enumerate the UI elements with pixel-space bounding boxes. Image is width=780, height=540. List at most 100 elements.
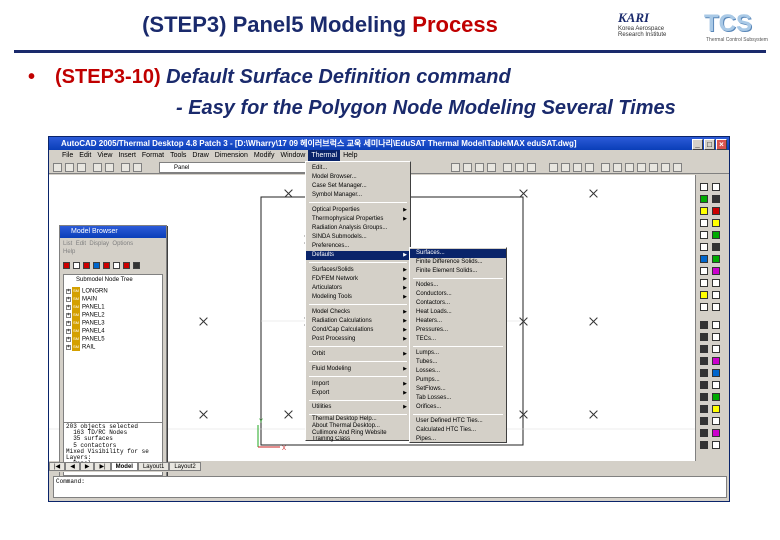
tree-item-panel1[interactable]: + SM PANEL1 (66, 303, 105, 311)
menu-item-finite-difference-solids[interactable]: Finite Difference Solids... (410, 258, 506, 267)
modify-tool-4-icon[interactable] (712, 333, 720, 341)
browser-menu-list[interactable]: List (63, 241, 72, 247)
menu-item-cond-cap-calculations[interactable]: Cond/Cap Calculations ▶ (306, 326, 410, 335)
model-browser-titlebar[interactable]: Model Browser (60, 226, 166, 238)
draw-tool-14-icon[interactable] (712, 255, 720, 263)
menu-item-orbit[interactable]: Orbit ▶ (306, 350, 410, 359)
menu-item-heaters[interactable]: Heaters... (410, 317, 506, 326)
draw-tool-16-icon[interactable] (712, 267, 720, 275)
draw-tool-9-icon[interactable] (700, 231, 708, 239)
tool-palette-icon[interactable] (527, 163, 536, 172)
modify-tool-18-icon[interactable] (712, 417, 720, 425)
draw-tool-5-icon[interactable] (700, 207, 708, 215)
menu-item-user-defined-htc-ties[interactable]: User Defined HTC Ties... (410, 417, 506, 426)
thermal-tool-9-icon[interactable] (649, 163, 658, 172)
thermal-tool-11-icon[interactable] (673, 163, 682, 172)
tab-nav-last-icon[interactable]: ▶| (94, 462, 111, 471)
draw-tool-4-icon[interactable] (712, 195, 720, 203)
draw-tool-11-icon[interactable] (700, 243, 708, 251)
save-icon[interactable] (77, 163, 86, 172)
open-icon[interactable] (65, 163, 74, 172)
draw-tool-1-icon[interactable] (700, 183, 708, 191)
layer-dropdown[interactable]: Panel (159, 162, 329, 173)
menu-item-tab-losses[interactable]: Tab Losses... (410, 394, 506, 403)
modify-tool-10-icon[interactable] (712, 369, 720, 377)
menu-item-defaults[interactable]: Defaults ▶ (306, 251, 410, 260)
menu-item-pipes[interactable]: Pipes... (410, 435, 506, 443)
redo-icon[interactable] (105, 163, 114, 172)
tree-item-panel4[interactable]: + SM PANEL4 (66, 327, 105, 335)
menu-item-training-class[interactable]: Training Class (306, 436, 410, 442)
menu-item-surfaces-solids[interactable]: Surfaces/Solids ▶ (306, 266, 410, 275)
menu-item-case-set-manager[interactable]: Case Set Manager... (306, 182, 410, 191)
menu-item-edit[interactable]: Edit... (306, 164, 410, 173)
menu-item-nodes[interactable]: Nodes... (410, 281, 506, 290)
menu-item-thermal-desktop-help[interactable]: Thermal Desktop Help... (306, 416, 410, 423)
expand-icon[interactable]: + (66, 336, 71, 342)
tree-item-panel5[interactable]: + SM PANEL5 (66, 335, 105, 343)
thermal-tool-8-icon[interactable] (637, 163, 646, 172)
thermal-tool-10-icon[interactable] (661, 163, 670, 172)
tab-nav-first-icon[interactable]: |◀ (49, 462, 66, 471)
menu-item-radiation-calculations[interactable]: Radiation Calculations ▶ (306, 317, 410, 326)
thermal-tool-5-icon[interactable] (601, 163, 610, 172)
draw-tool-21-icon[interactable] (700, 303, 708, 311)
command-line[interactable]: Command: (53, 476, 727, 498)
menu-tools[interactable]: Tools (167, 150, 189, 161)
modify-tool-7-icon[interactable] (700, 357, 708, 365)
modify-tool-8-icon[interactable] (712, 357, 720, 365)
draw-tool-3-icon[interactable] (700, 195, 708, 203)
window-titlebar[interactable]: AutoCAD 2005/Thermal Desktop 4.8 Patch 3… (49, 137, 729, 150)
zoom-previous-icon[interactable] (487, 163, 496, 172)
modify-tool-6-icon[interactable] (712, 345, 720, 353)
draw-tool-12-icon[interactable] (712, 243, 720, 251)
modify-tool-2-icon[interactable] (712, 321, 720, 329)
browser-menu-edit[interactable]: Edit (76, 241, 86, 247)
menu-item-pressures[interactable]: Pressures... (410, 326, 506, 335)
menu-file[interactable]: File (59, 150, 76, 161)
browser-tool-3-icon[interactable] (83, 262, 90, 269)
menu-help[interactable]: Help (340, 150, 360, 161)
expand-icon[interactable]: + (66, 312, 71, 318)
menu-item-sinda-submodels[interactable]: SINDA Submodels... (306, 233, 410, 242)
maximize-button[interactable]: □ (704, 139, 715, 150)
draw-tool-8-icon[interactable] (712, 219, 720, 227)
modify-tool-3-icon[interactable] (700, 333, 708, 341)
menu-item-calculated-htc-ties[interactable]: Calculated HTC Ties... (410, 426, 506, 435)
menu-window[interactable]: Window (277, 150, 308, 161)
menu-item-articulators[interactable]: Articulators ▶ (306, 284, 410, 293)
menu-item-import[interactable]: Import ▶ (306, 380, 410, 389)
pan-icon[interactable] (451, 163, 460, 172)
draw-tool-2-icon[interactable] (712, 183, 720, 191)
menu-item-optical-properties[interactable]: Optical Properties ▶ (306, 206, 410, 215)
menu-item-utilities[interactable]: Utilities ▶ (306, 403, 410, 412)
menu-item-contactors[interactable]: Contactors... (410, 299, 506, 308)
modify-tool-5-icon[interactable] (700, 345, 708, 353)
menu-item-radiation-analysis-groups[interactable]: Radiation Analysis Groups... (306, 224, 410, 233)
tree-item-panel2[interactable]: + SM PANEL2 (66, 311, 105, 319)
draw-tool-20-icon[interactable] (712, 291, 720, 299)
menu-item-heat-loads[interactable]: Heat Loads... (410, 308, 506, 317)
tree-item-rail[interactable]: + SM RAIL (66, 343, 95, 351)
modify-tool-13-icon[interactable] (700, 393, 708, 401)
menu-item-losses[interactable]: Losses... (410, 367, 506, 376)
browser-tool-8-icon[interactable] (133, 262, 140, 269)
draw-tool-13-icon[interactable] (700, 255, 708, 263)
thermal-tool-1-icon[interactable] (549, 163, 558, 172)
menu-item-fluid-modeling[interactable]: Fluid Modeling ▶ (306, 365, 410, 374)
menu-item-fd-fem-network[interactable]: FD/FEM Network ▶ (306, 275, 410, 284)
menu-item-finite-element-solids[interactable]: Finite Element Solids... (410, 267, 506, 276)
browser-tool-7-icon[interactable] (123, 262, 130, 269)
thermal-tool-3-icon[interactable] (573, 163, 582, 172)
layer-manager-icon[interactable] (121, 163, 130, 172)
modify-tool-21-icon[interactable] (700, 441, 708, 449)
menu-edit[interactable]: Edit (76, 150, 94, 161)
expand-icon[interactable]: + (66, 296, 71, 302)
expand-icon[interactable]: + (66, 288, 71, 294)
browser-menu-options[interactable]: Options (112, 241, 133, 247)
expand-icon[interactable]: + (66, 304, 71, 310)
expand-icon[interactable]: + (66, 328, 71, 334)
menu-item-tubes[interactable]: Tubes... (410, 358, 506, 367)
menu-view[interactable]: View (94, 150, 115, 161)
menu-draw[interactable]: Draw (189, 150, 211, 161)
